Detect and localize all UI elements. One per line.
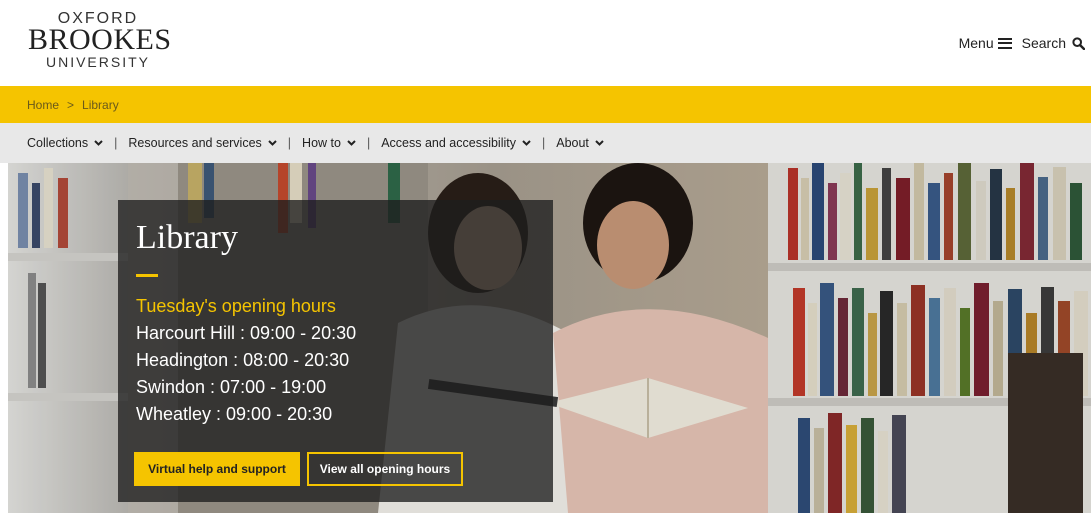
nav-item-label: Access and accessibility xyxy=(381,136,516,150)
opening-hours-item: Swindon : 07:00 - 19:00 xyxy=(136,377,327,397)
nav-item-resources-and-services[interactable]: Resources and services xyxy=(128,136,277,150)
search-label: Search xyxy=(1021,35,1066,51)
nav-item-label: Resources and services xyxy=(128,136,262,150)
virtual-help-button[interactable]: Virtual help and support xyxy=(134,452,300,486)
opening-hours-item: Headington : 08:00 - 20:30 xyxy=(136,350,350,370)
nav-item-access-and-accessibility[interactable]: Access and accessibility xyxy=(381,136,531,150)
page-title: Library xyxy=(136,219,238,256)
hero-banner: Library Tuesday's opening hours Harcourt… xyxy=(8,163,1091,513)
menu-label: Menu xyxy=(958,35,994,51)
hamburger-icon xyxy=(997,37,1012,49)
logo-line-2: BROOKES xyxy=(28,23,172,56)
opening-hours-item: Harcourt Hill : 09:00 - 20:30 xyxy=(136,323,357,343)
breadcrumb-separator: > xyxy=(67,97,75,112)
breadcrumb: Home > Library xyxy=(0,86,1091,123)
nav-item-label: Collections xyxy=(27,136,89,150)
chevron-down-icon xyxy=(94,140,103,146)
nav-item-label: About xyxy=(556,136,589,150)
search-icon xyxy=(1072,36,1085,50)
chevron-down-icon xyxy=(522,140,531,146)
site-header: OXFORD BROOKES UNIVERSITY Menu Search xyxy=(0,0,1091,86)
header-actions: Menu Search xyxy=(959,34,1085,52)
opening-hours-item: Wheatley : 09:00 - 20:30 xyxy=(136,404,333,424)
nav-item-how-to[interactable]: How to xyxy=(302,136,356,150)
chevron-down-icon xyxy=(347,140,356,146)
nav-separator: | xyxy=(541,136,546,150)
nav-item-about[interactable]: About xyxy=(556,136,604,150)
nav-item-label: How to xyxy=(302,136,341,150)
nav-separator: | xyxy=(366,136,371,150)
oxford-brookes-logo[interactable]: OXFORD BROOKES UNIVERSITY xyxy=(28,10,172,72)
view-opening-hours-button[interactable]: View all opening hours xyxy=(307,452,463,486)
opening-hours-panel: Library Tuesday's opening hours Harcourt… xyxy=(118,200,553,502)
nav-item-collections[interactable]: Collections xyxy=(27,136,103,150)
menu-button[interactable]: Menu xyxy=(959,35,1012,51)
search-button[interactable]: Search xyxy=(1022,35,1085,51)
opening-hours-heading: Tuesday's opening hours xyxy=(136,296,336,316)
chevron-down-icon xyxy=(595,140,604,146)
logo-line-3: UNIVERSITY xyxy=(45,54,150,70)
section-nav: Collections | Resources and services | H… xyxy=(0,123,1091,163)
breadcrumb-home-link[interactable]: Home xyxy=(27,98,59,112)
opening-hours-list: Harcourt Hill : 09:00 - 20:30 Headington… xyxy=(136,320,356,428)
breadcrumb-current: Library xyxy=(82,97,119,112)
chevron-down-icon xyxy=(268,140,277,146)
nav-separator: | xyxy=(114,136,118,150)
title-underline xyxy=(136,274,158,277)
nav-separator: | xyxy=(287,136,292,150)
